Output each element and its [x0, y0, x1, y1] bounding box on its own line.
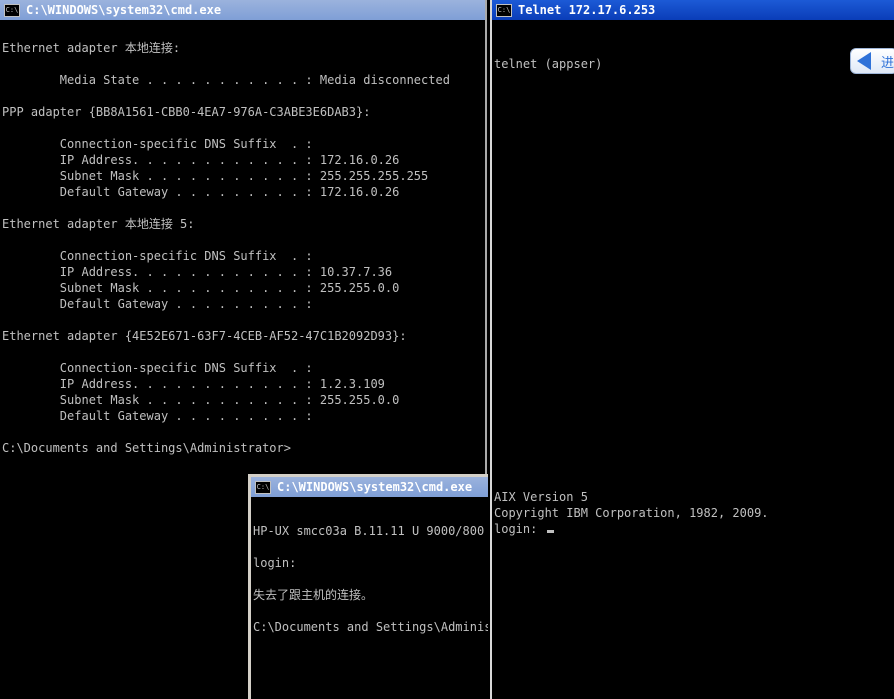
cmd-window-main-title: C:\WINDOWS\system32\cmd.exe	[26, 3, 222, 17]
text-cursor	[546, 530, 554, 533]
console-line: Ethernet adapter 本地连接 5:	[2, 217, 195, 231]
cmd-window-small-titlebar[interactable]: C:\ C:\WINDOWS\system32\cmd.exe	[251, 477, 488, 497]
telnet-window[interactable]: C:\ Telnet 172.17.6.253 telnet (appser) …	[490, 0, 894, 699]
telnet-login-line[interactable]: login:	[494, 521, 894, 537]
telnet-console-upper[interactable]: telnet (appser)	[494, 40, 894, 72]
console-line: C:\Documents and Settings\Administrator>	[253, 620, 488, 634]
console-line: PPP adapter {BB8A1561-CBB0-4EA7-976A-C3A…	[2, 105, 371, 119]
console-line: Subnet Mask . . . . . . . . . . . : 255.…	[2, 281, 400, 295]
cmd-window-small[interactable]: C:\ C:\WINDOWS\system32\cmd.exe HP-UX sm…	[248, 474, 488, 699]
console-line: Default Gateway . . . . . . . . . :	[2, 297, 313, 311]
cmd-window-main-titlebar[interactable]: C:\ C:\WINDOWS\system32\cmd.exe	[0, 0, 485, 20]
badge-text: 进	[881, 56, 894, 71]
console-line: Connection-specific DNS Suffix . :	[2, 137, 313, 151]
console-line: AIX Version 5	[494, 490, 588, 504]
console-line: C:\Documents and Settings\Administrator>	[2, 441, 291, 455]
console-line: Ethernet adapter {4E52E671-63F7-4CEB-AF5…	[2, 329, 407, 343]
cmd-window-small-console[interactable]: HP-UX smcc03a B.11.11 U 9000/800 login: 失去…	[253, 507, 488, 635]
console-line: IP Address. . . . . . . . . . . . : 172.…	[2, 153, 400, 167]
console-line: Copyright IBM Corporation, 1982, 2009.	[494, 506, 769, 520]
telnet-icon[interactable]: C:\	[496, 3, 512, 17]
telnet-console-lower[interactable]: AIX Version 5 Copyright IBM Corporation, …	[494, 489, 894, 521]
console-line: IP Address. . . . . . . . . . . . : 1.2.…	[2, 377, 385, 391]
console-line: 失去了跟主机的连接。	[253, 588, 374, 602]
cmd-icon[interactable]: C:\	[255, 480, 271, 494]
console-line: Ethernet adapter 本地连接:	[2, 41, 181, 55]
console-line: Media State . . . . . . . . . . . : Medi…	[2, 73, 450, 87]
console-line: Connection-specific DNS Suffix . :	[2, 361, 313, 375]
floating-badge[interactable]: 进	[850, 48, 894, 74]
console-line: Connection-specific DNS Suffix . :	[2, 249, 313, 263]
arrow-badge-icon	[857, 52, 871, 70]
console-line: HP-UX smcc03a B.11.11 U 9000/800	[253, 524, 485, 538]
console-line: Subnet Mask . . . . . . . . . . . : 255.…	[2, 169, 429, 183]
cmd-window-small-title: C:\WINDOWS\system32\cmd.exe	[277, 480, 473, 494]
console-line: telnet (appser)	[494, 57, 603, 71]
cmd-window-main-console[interactable]: Ethernet adapter 本地连接: Media State . . .…	[2, 24, 485, 456]
telnet-window-titlebar[interactable]: C:\ Telnet 172.17.6.253	[492, 0, 894, 20]
telnet-login-prompt: login:	[494, 522, 545, 536]
console-line: Default Gateway . . . . . . . . . : 172.…	[2, 185, 400, 199]
telnet-window-title: Telnet 172.17.6.253	[518, 3, 656, 17]
console-line: Default Gateway . . . . . . . . . :	[2, 409, 313, 423]
console-line: IP Address. . . . . . . . . . . . : 10.3…	[2, 265, 393, 279]
cmd-icon[interactable]: C:\	[4, 3, 20, 17]
console-line: login:	[253, 556, 297, 570]
console-line: Subnet Mask . . . . . . . . . . . : 255.…	[2, 393, 400, 407]
